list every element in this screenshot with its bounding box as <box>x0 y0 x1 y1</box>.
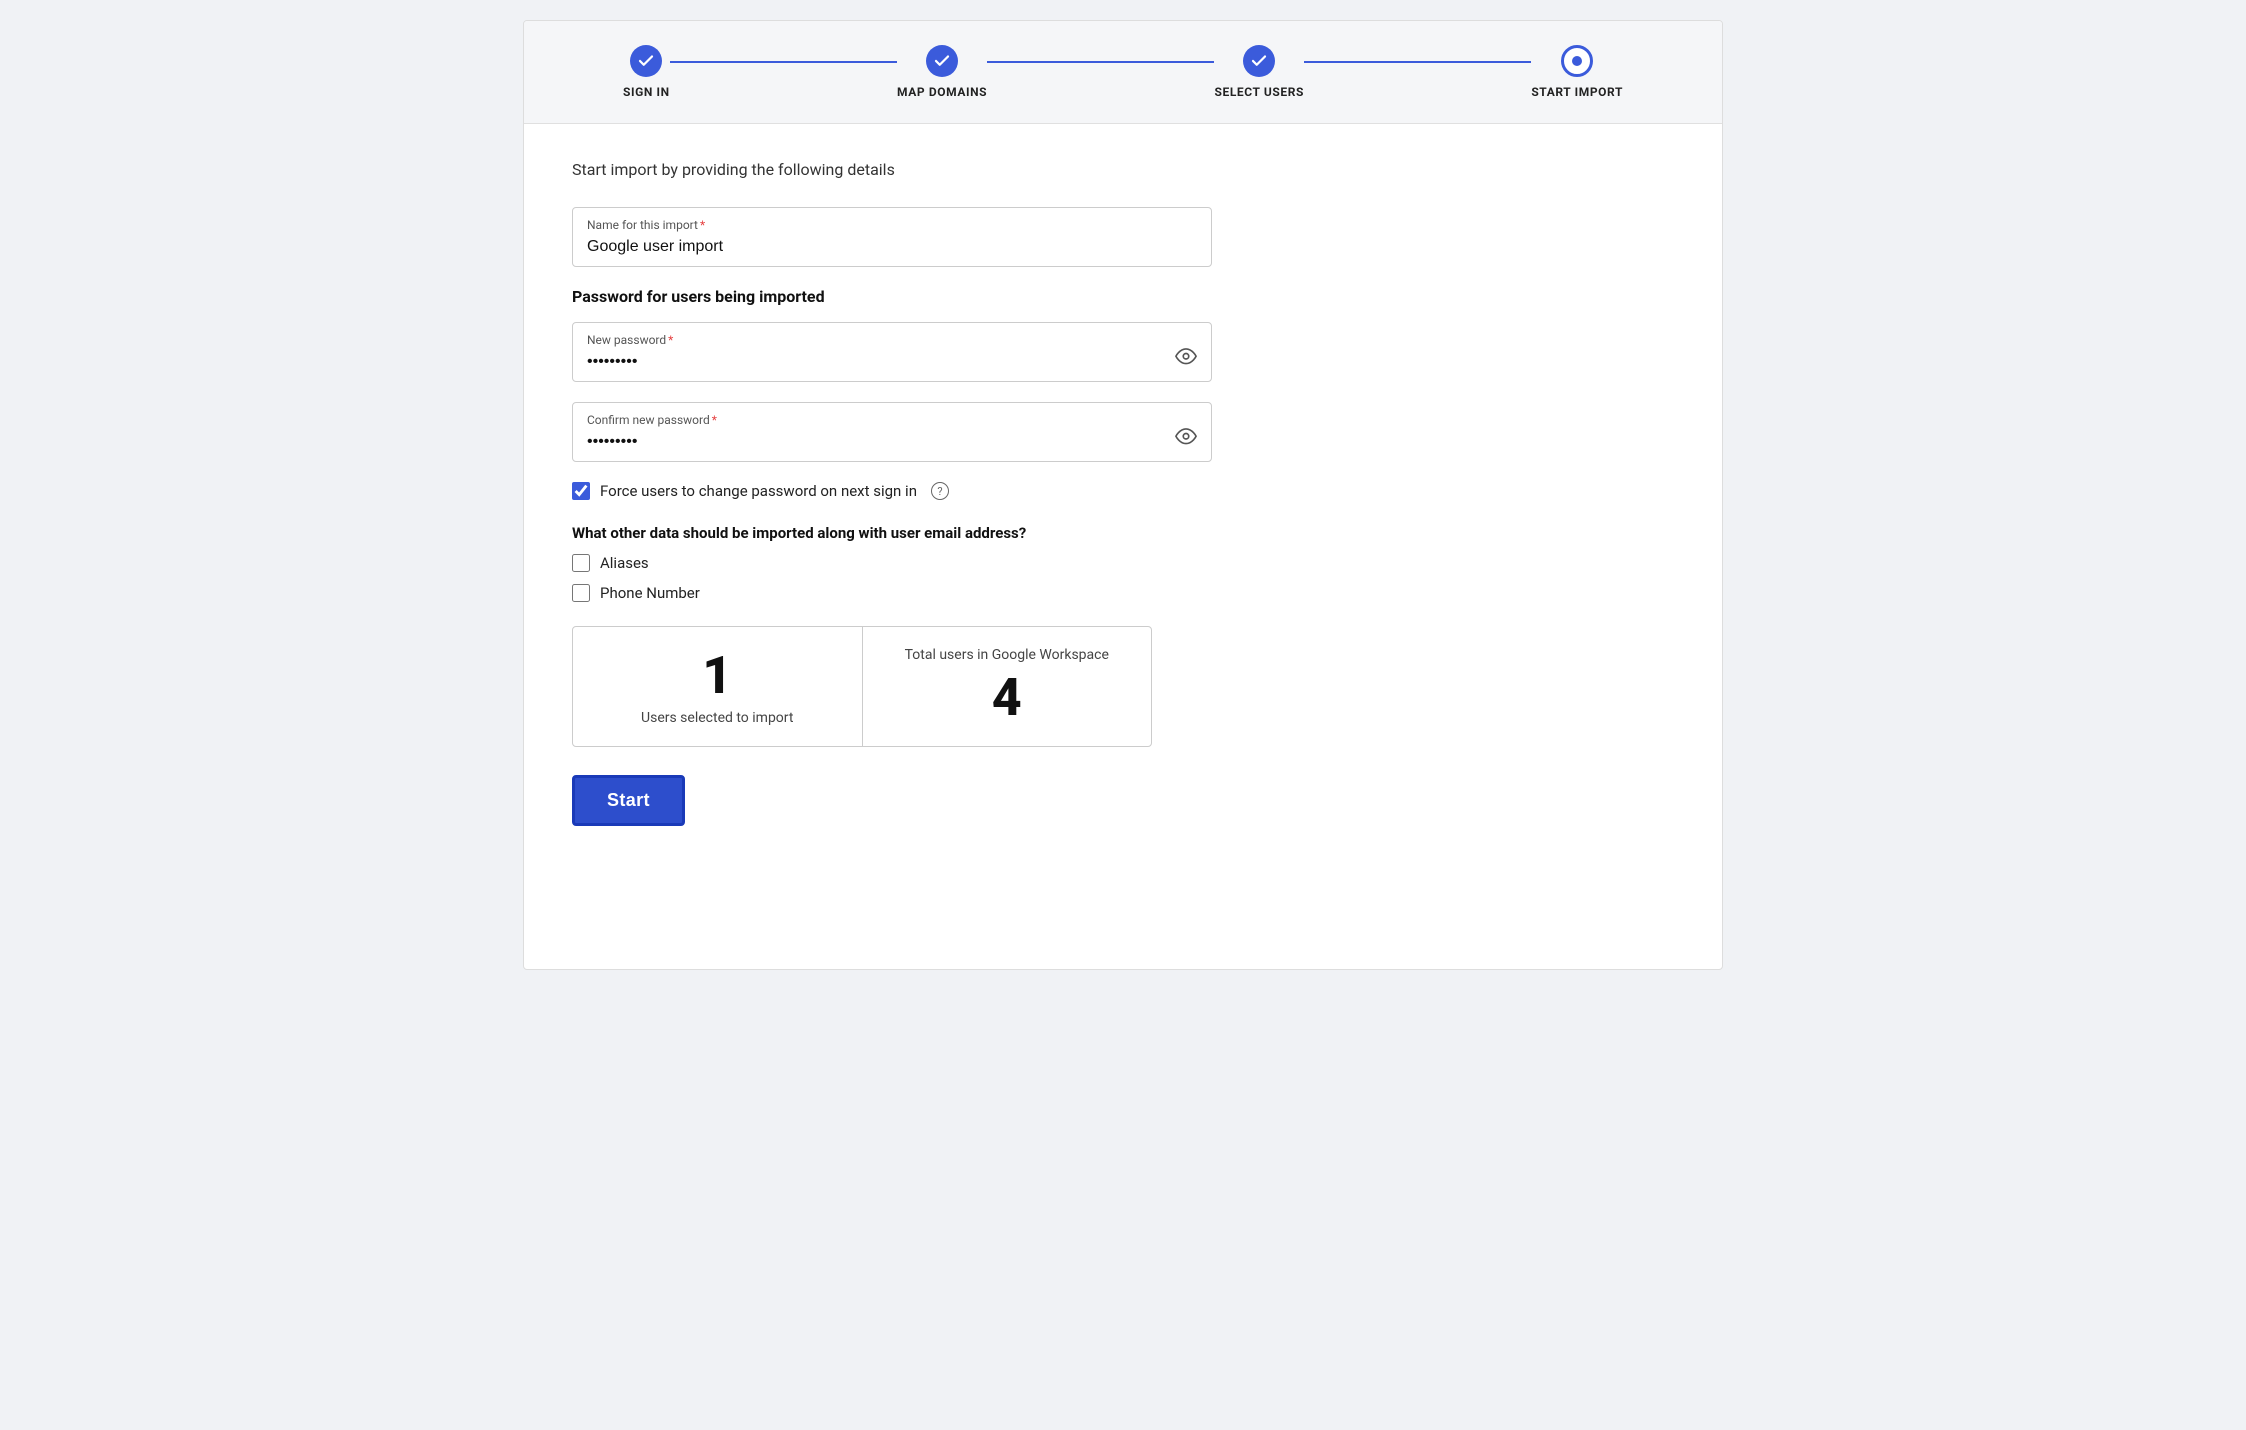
confirm-password-wrapper: Confirm new password* <box>572 402 1212 462</box>
confirm-password-input[interactable] <box>587 433 1197 451</box>
new-password-label: New password* <box>587 333 1197 347</box>
step-label-start-import: START IMPORT <box>1531 85 1623 99</box>
new-password-input[interactable] <box>587 353 1197 371</box>
users-selected-count: 1 <box>702 647 732 704</box>
confirm-password-label: Confirm new password* <box>587 413 1197 427</box>
start-button[interactable]: Start <box>572 775 685 826</box>
page-subtitle: Start import by providing the following … <box>572 160 1674 179</box>
aliases-label[interactable]: Aliases <box>600 554 649 572</box>
step-label-map-domains: MAP DOMAINS <box>897 85 987 99</box>
stepper: SIGN IN MAP DOMAINS <box>524 21 1722 124</box>
users-selected-label: Users selected to import <box>641 710 793 726</box>
new-password-field: New password* <box>572 322 1674 382</box>
toggle-confirm-password-icon[interactable] <box>1175 425 1197 452</box>
step-label-select-users: SELECT USERS <box>1214 85 1304 99</box>
step-sign-in: SIGN IN <box>623 45 670 99</box>
force-change-row: Force users to change password on next s… <box>572 482 1674 500</box>
step-circle-sign-in <box>630 45 662 77</box>
step-circle-start-import <box>1561 45 1593 77</box>
total-users-box: Total users in Google Workspace 4 <box>863 627 1152 746</box>
step-line-2 <box>987 61 1214 63</box>
import-name-input[interactable] <box>587 238 1197 256</box>
aliases-row: Aliases <box>572 554 1674 572</box>
total-users-label: Total users in Google Workspace <box>905 647 1109 663</box>
import-name-label: Name for this import* <box>587 218 1197 232</box>
phone-label[interactable]: Phone Number <box>600 584 700 602</box>
main-content: Start import by providing the following … <box>524 124 1722 862</box>
page-wrapper: SIGN IN MAP DOMAINS <box>523 20 1723 970</box>
users-selected-box: 1 Users selected to import <box>573 627 863 746</box>
force-change-help-icon[interactable]: ? <box>931 482 949 500</box>
phone-checkbox[interactable] <box>572 584 590 602</box>
confirm-password-field: Confirm new password* <box>572 402 1674 462</box>
step-map-domains: MAP DOMAINS <box>897 45 987 99</box>
toggle-new-password-icon[interactable] <box>1175 345 1197 372</box>
new-password-wrapper: New password* <box>572 322 1212 382</box>
aliases-checkbox[interactable] <box>572 554 590 572</box>
import-name-wrapper: Name for this import* <box>572 207 1212 267</box>
force-change-checkbox[interactable] <box>572 482 590 500</box>
step-line-3 <box>1304 61 1531 63</box>
total-users-count: 4 <box>992 669 1022 726</box>
step-circle-select-users <box>1243 45 1275 77</box>
step-label-sign-in: SIGN IN <box>623 85 670 99</box>
step-line-1 <box>670 61 897 63</box>
password-section-title: Password for users being imported <box>572 287 1674 306</box>
import-name-field: Name for this import* <box>572 207 1674 267</box>
step-select-users: SELECT USERS <box>1214 45 1304 99</box>
step-circle-map-domains <box>926 45 958 77</box>
step-start-import: START IMPORT <box>1531 45 1623 99</box>
phone-row: Phone Number <box>572 584 1674 602</box>
data-section-title: What other data should be imported along… <box>572 524 1674 542</box>
force-change-label[interactable]: Force users to change password on next s… <box>600 482 917 500</box>
stats-row: 1 Users selected to import Total users i… <box>572 626 1152 747</box>
stepper-inner: SIGN IN MAP DOMAINS <box>623 45 1623 99</box>
